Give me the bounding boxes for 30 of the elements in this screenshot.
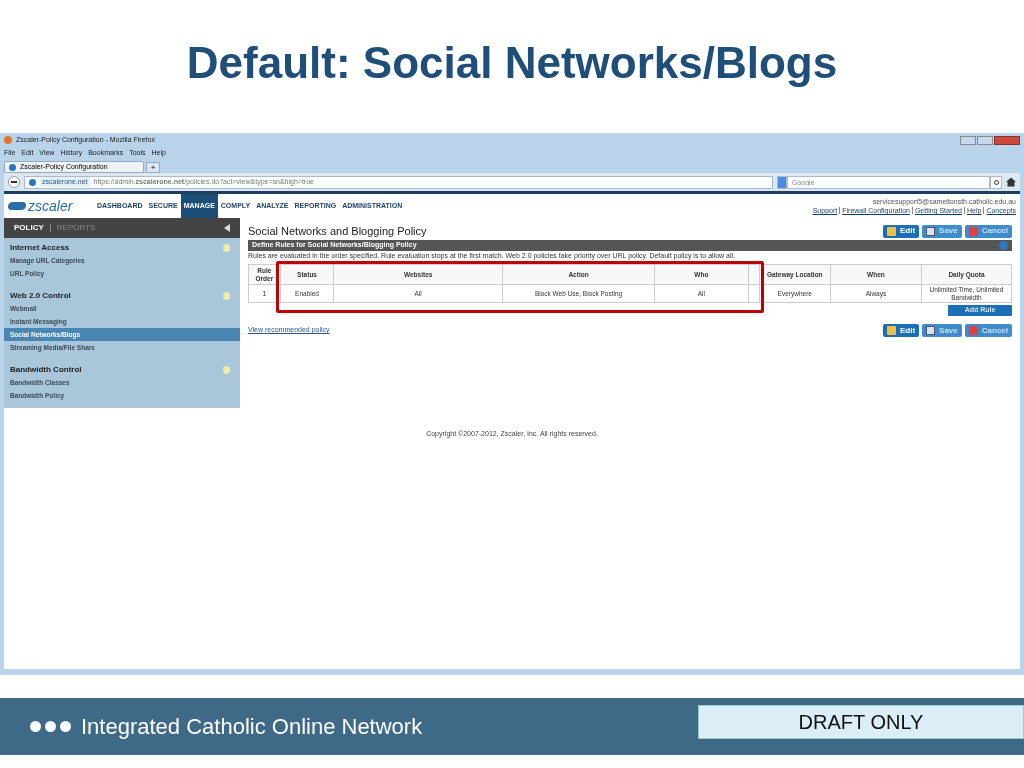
- footer-text: Integrated Catholic Online Network: [81, 713, 423, 741]
- edit-button[interactable]: Edit: [882, 224, 920, 238]
- slide-title: Default: Social Networks/Blogs: [186, 36, 838, 89]
- pencil-icon: [886, 226, 896, 236]
- cancel-icon: [968, 226, 978, 236]
- close-icon[interactable]: [994, 135, 1020, 145]
- lightbulb-icon: [223, 365, 230, 374]
- logo-text: zscaler: [28, 199, 73, 213]
- page-title: Social Networks and Blogging Policy: [248, 223, 427, 239]
- dots-icon: [30, 721, 71, 732]
- back-button[interactable]: [8, 176, 20, 188]
- lightbulb-icon: [223, 291, 230, 300]
- site-icon: [9, 163, 16, 171]
- site-icon: [29, 178, 36, 186]
- section-title: Internet Access: [10, 241, 70, 254]
- search-engine-icon[interactable]: [777, 175, 787, 189]
- draft-badge: DRAFT ONLY: [698, 704, 1024, 739]
- search-icon[interactable]: [990, 175, 1002, 189]
- section-title: Web 2.0 Control: [10, 289, 71, 302]
- logo-icon: [7, 202, 27, 210]
- edit-button[interactable]: Edit: [882, 324, 920, 337]
- home-icon[interactable]: [1006, 177, 1016, 187]
- collapse-icon[interactable]: [224, 224, 230, 232]
- cancel-icon: [968, 326, 978, 335]
- section-title: Bandwidth Control: [10, 363, 82, 376]
- sidebar-tab[interactable]: POLICY: [14, 222, 44, 234]
- browser-icon: [4, 136, 12, 144]
- lightbulb-icon: [223, 243, 230, 252]
- pencil-icon: [886, 326, 896, 335]
- new-tab-button[interactable]: +: [146, 162, 160, 173]
